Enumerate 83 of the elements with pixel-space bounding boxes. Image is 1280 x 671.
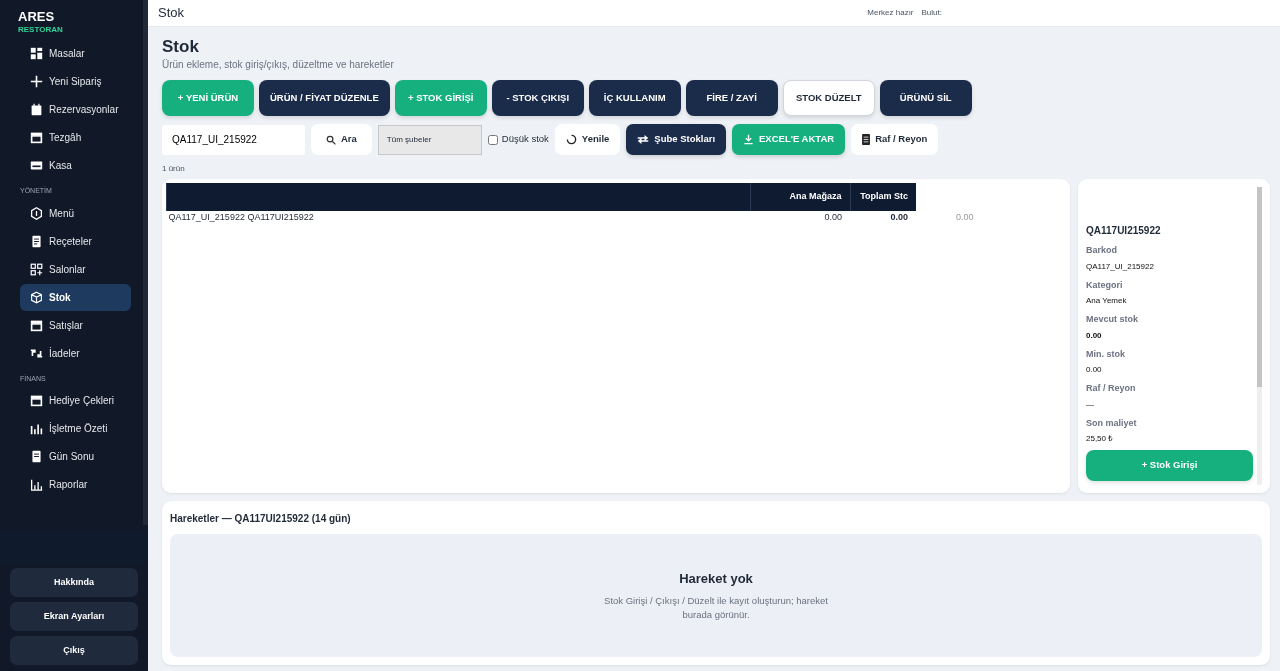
filter-button[interactable]: Raf / Reyon xyxy=(851,124,939,155)
hexagon-icon xyxy=(30,206,43,220)
action-button[interactable]: İÇ KULLANIM xyxy=(588,80,681,116)
status-text: Merkez hazır xyxy=(867,6,914,19)
empty-title: Hareket yok xyxy=(679,569,753,588)
empty-message: Stok Girişi / Çıkışı / Düzelt ile kayıt oluşturun; hareket burada görünür. xyxy=(603,594,829,623)
box-icon xyxy=(30,290,43,304)
column-header: Ana Mağaza xyxy=(750,183,850,211)
action-button[interactable]: FİRE / ZAYİ xyxy=(685,80,778,116)
bar-chart-icon xyxy=(30,478,43,492)
sidebar-item[interactable]: Hediye Çekleri xyxy=(20,387,131,415)
action-button[interactable]: ÜRÜN / FİYAT DÜZENLE xyxy=(259,80,390,116)
field-value: Ana Yemek xyxy=(1086,295,1128,307)
sidebar-item[interactable]: Stok xyxy=(20,283,131,311)
detail-title: QA117UI215922 xyxy=(1086,224,1162,238)
sidebar-button[interactable]: Hakkında xyxy=(10,567,138,597)
sidebar-item[interactable]: Masalar xyxy=(20,40,131,68)
field-value: 25,50 ₺ xyxy=(1086,433,1115,445)
document-icon xyxy=(862,134,871,145)
action-button[interactable]: - STOK ÇIKIŞI xyxy=(491,80,584,116)
checkbox-label: Düşük stok xyxy=(501,132,549,147)
grid-add-icon xyxy=(30,262,43,276)
result-count: 1 ürün xyxy=(162,163,186,175)
table-cell: 0.00 xyxy=(850,211,916,225)
sidebar-button[interactable]: Çıkış xyxy=(10,635,138,665)
low-stock-checkbox[interactable] xyxy=(487,134,498,145)
status-text: Bulut: xyxy=(921,6,942,19)
action-button[interactable]: ÜRÜNÜ SİL xyxy=(879,80,972,116)
field-value: 0.00 xyxy=(1086,364,1103,376)
brand-subtitle: RESTORAN xyxy=(17,24,64,37)
grid-icon xyxy=(30,47,43,61)
table-cell: 0.00 xyxy=(750,211,850,225)
counter-icon xyxy=(30,318,43,332)
sidebar-item[interactable]: Raporlar xyxy=(20,471,131,499)
table-cell: 0.00 xyxy=(916,211,1066,225)
sidebar-item[interactable]: Menü xyxy=(20,199,131,227)
field-label: Mevcut stok xyxy=(1086,313,1139,326)
sidebar-item[interactable]: Reçeteler xyxy=(20,227,131,255)
swap-icon xyxy=(637,134,650,145)
download-icon xyxy=(743,134,755,145)
field-value: — xyxy=(1086,398,1095,411)
section-title: Hareketler — QA117UI215922 (14 gün) xyxy=(170,512,352,526)
topbar-title: Stok xyxy=(158,4,184,23)
branch-select[interactable]: Tüm şubeler xyxy=(377,124,482,155)
return-icon xyxy=(30,346,43,360)
sidebar-item[interactable]: İadeler xyxy=(20,339,131,367)
search-field[interactable]: QA117_UI_215922 xyxy=(162,124,305,155)
column-header: Toplam Stc xyxy=(850,183,916,211)
sidebar-item[interactable]: İşletme Özeti xyxy=(20,415,131,443)
brand-name: ARES xyxy=(17,10,56,25)
filter-button[interactable]: Yenile xyxy=(554,124,621,155)
counter-icon xyxy=(30,394,43,408)
sidebar-button[interactable]: Ekran Ayarları xyxy=(10,601,138,631)
counter-icon xyxy=(30,131,43,145)
search-button[interactable]: Ara xyxy=(311,124,372,155)
document-icon xyxy=(30,234,43,248)
sidebar-item[interactable]: Gün Sonu xyxy=(20,443,131,471)
field-label: Min. stok xyxy=(1086,347,1126,361)
sidebar-item[interactable]: Tezgâh xyxy=(20,124,131,152)
refresh-icon xyxy=(565,134,577,145)
sidebar-item[interactable]: Rezervasyonlar xyxy=(20,96,131,124)
sidebar-item[interactable]: Salonlar xyxy=(20,255,131,283)
bar-chart-icon xyxy=(30,422,43,436)
page-title: Stok xyxy=(162,36,200,57)
action-button[interactable]: STOK DÜZELT xyxy=(782,80,875,116)
page-subtitle: Ürün ekleme, stok giriş/çıkış, düzeltme ve hareketler xyxy=(162,58,395,72)
table-cell: QA117_UI_215922 QA117UI215922 xyxy=(166,211,750,225)
field-value: 0.00 xyxy=(1086,329,1103,342)
field-label: Son maliyet xyxy=(1086,416,1138,430)
calendar-icon xyxy=(30,103,43,117)
field-label: Barkod xyxy=(1086,244,1118,257)
field-label: Raf / Reyon xyxy=(1086,382,1137,395)
sidebar-item[interactable]: Yeni Sipariş xyxy=(20,68,131,96)
scrollbar[interactable] xyxy=(1257,187,1262,485)
sidebar-item[interactable]: Kasa xyxy=(20,152,131,180)
plus-icon xyxy=(30,75,43,89)
document-icon xyxy=(30,450,43,464)
search-icon xyxy=(326,134,336,145)
field-value: QA117_UI_215922 xyxy=(1086,260,1155,273)
sidebar-item[interactable]: Satışlar xyxy=(20,311,131,339)
card-icon xyxy=(30,159,43,173)
field-label: Kategori xyxy=(1086,278,1124,292)
filter-button[interactable]: Şube Stokları xyxy=(626,124,727,155)
